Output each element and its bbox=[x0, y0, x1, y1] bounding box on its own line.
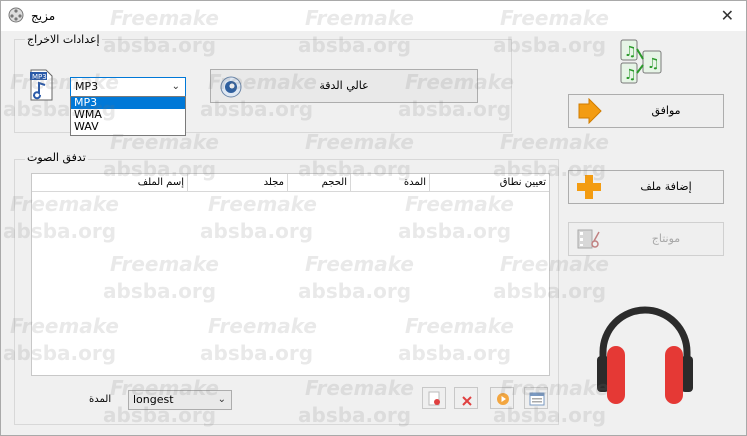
format-dropdown-list: MP3 WMA WAV bbox=[70, 96, 186, 136]
quality-button[interactable]: عالي الدقة bbox=[210, 69, 478, 103]
film-scissors-icon bbox=[575, 226, 603, 255]
audio-file-table[interactable]: إسم الملف مجلد الحجم المدة تعيين نطاق bbox=[31, 173, 550, 376]
format-select[interactable]: MP3 ⌄ bbox=[70, 77, 186, 97]
window-title: مزيج bbox=[31, 9, 56, 23]
play-button[interactable] bbox=[490, 387, 514, 409]
properties-button[interactable] bbox=[524, 387, 548, 409]
arrow-right-icon bbox=[575, 97, 603, 127]
duration-select-value: longest bbox=[133, 393, 174, 406]
duration-select[interactable]: longest ⌄ bbox=[128, 390, 232, 410]
format-select-value: MP3 bbox=[75, 80, 99, 93]
plus-icon bbox=[575, 174, 603, 203]
chevron-down-icon: ⌄ bbox=[171, 81, 180, 92]
ok-button-label: موافق bbox=[651, 104, 681, 117]
chevron-down-icon: ⌄ bbox=[217, 394, 226, 405]
duration-label: المدة bbox=[89, 394, 112, 405]
mix-window: مزيج ✕ إعدادات الاخراج MP3 MP3 ⌄ MP3 WMA… bbox=[0, 0, 747, 436]
app-film-icon bbox=[8, 7, 24, 26]
close-button[interactable]: ✕ bbox=[721, 6, 734, 25]
mp3-file-icon: MP3 bbox=[30, 69, 53, 101]
headphones-icon bbox=[594, 300, 696, 409]
quality-button-label: عالي الدقة bbox=[319, 79, 369, 92]
audio-stream-label: تدفق الصوت bbox=[25, 151, 88, 164]
add-file-button[interactable]: إضافة ملف bbox=[568, 170, 724, 204]
column-header-folder[interactable]: مجلد bbox=[188, 174, 288, 192]
remove-button[interactable] bbox=[454, 387, 478, 409]
montage-button[interactable]: مونتاج bbox=[568, 222, 724, 256]
svg-text:♫: ♫ bbox=[647, 56, 660, 72]
column-header-filename[interactable]: إسم الملف bbox=[32, 174, 188, 192]
add-file-button-label: إضافة ملف bbox=[640, 180, 692, 193]
column-header-size[interactable]: الحجم bbox=[288, 174, 351, 192]
format-option-wav[interactable]: WAV bbox=[71, 121, 185, 133]
montage-button-label: مونتاج bbox=[651, 232, 681, 245]
svg-text:♫: ♫ bbox=[624, 67, 637, 83]
music-merge-logo-icon: ♫ ♫ ♫ bbox=[613, 39, 665, 88]
column-header-duration[interactable]: المدة bbox=[351, 174, 430, 192]
ok-button[interactable]: موافق bbox=[568, 94, 724, 128]
column-header-range[interactable]: تعيين نطاق bbox=[430, 174, 549, 192]
record-button[interactable] bbox=[422, 387, 446, 409]
svg-text:♫: ♫ bbox=[624, 44, 637, 60]
output-settings-label: إعدادات الاخراج bbox=[25, 33, 102, 46]
svg-text:MP3: MP3 bbox=[32, 73, 47, 81]
title-bar: مزيج ✕ bbox=[1, 1, 746, 31]
